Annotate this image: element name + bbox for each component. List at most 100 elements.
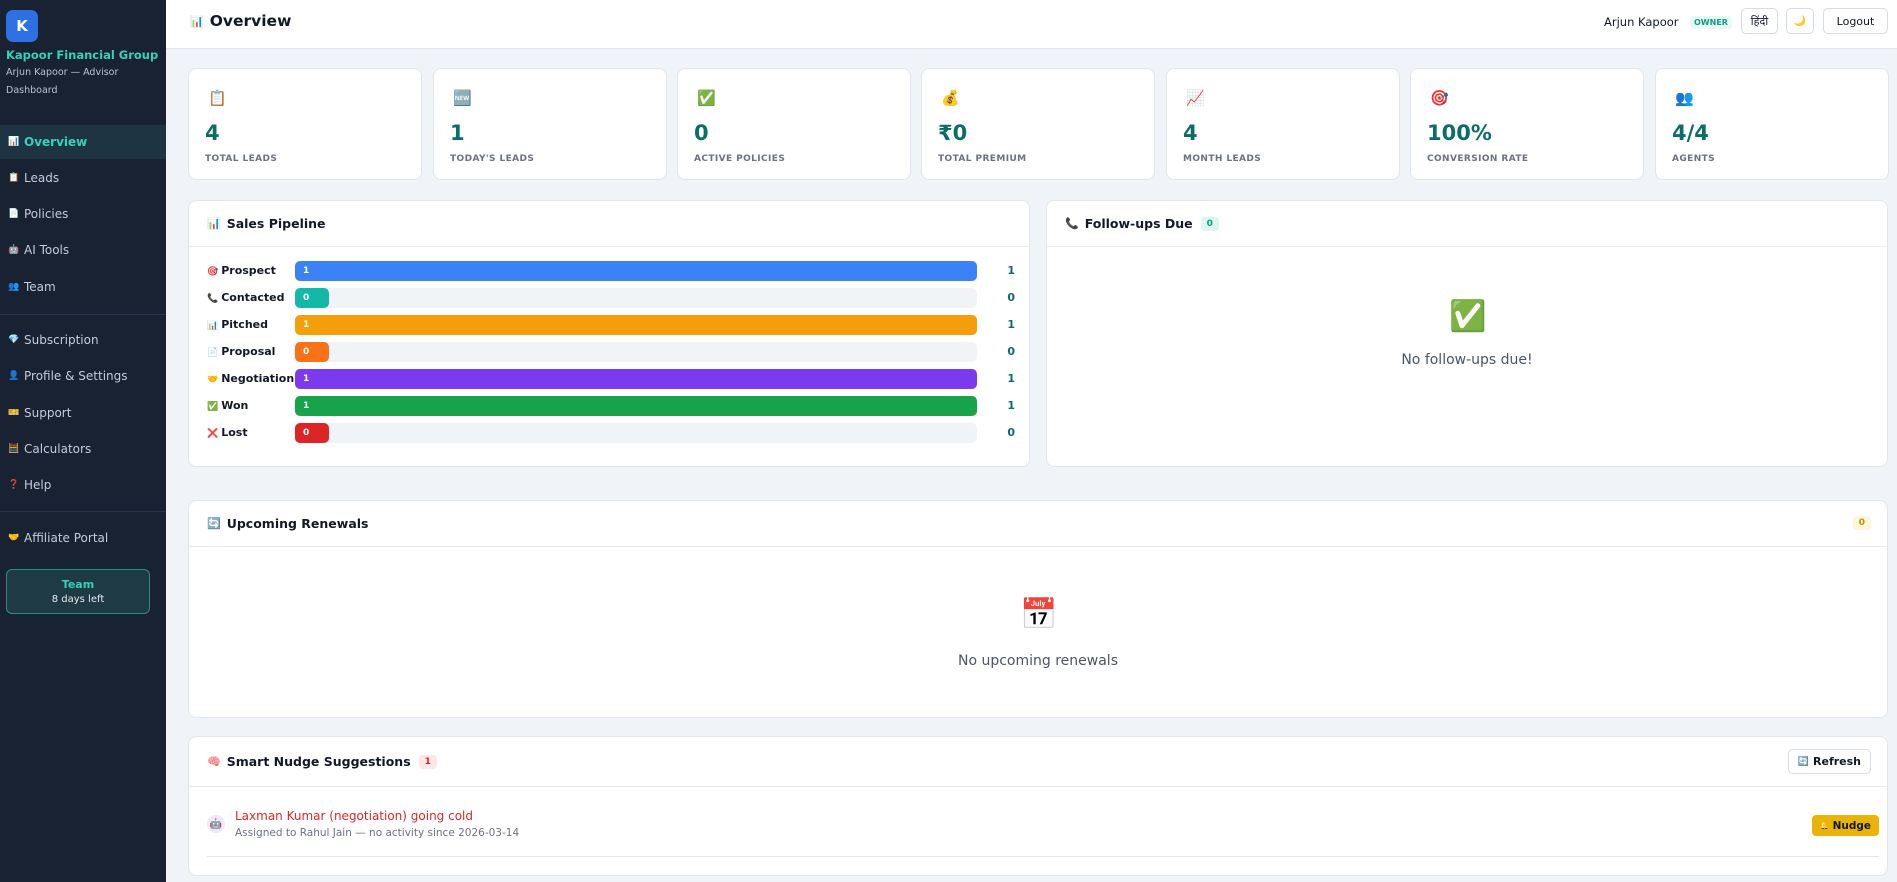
sidebar-item-affiliate-portal[interactable]: 🤝 Affiliate Portal: [0, 521, 166, 555]
panel-header: 📊 Sales Pipeline: [189, 201, 1029, 247]
sidebar-item-support[interactable]: 🎫 Support: [0, 396, 166, 430]
refresh-button[interactable]: 🔄 Refresh: [1787, 749, 1871, 774]
pipeline-bar-track: 0: [295, 288, 977, 308]
trial-plan: Team: [61, 578, 95, 591]
sidebar-item-overview[interactable]: 📊 Overview: [0, 125, 166, 159]
pipeline-row-lost[interactable]: ❌ Lost 0 0: [207, 422, 1015, 444]
sidebar-item-subscription[interactable]: 💎 Subscription: [0, 323, 166, 357]
panel-title: Smart Nudge Suggestions: [226, 754, 411, 769]
pipeline-stage-label: 📊 Pitched: [207, 318, 268, 331]
pipeline-stage-label: ✅ Won: [207, 399, 249, 412]
pipeline-bar: 1: [295, 315, 977, 335]
stat-card-agents: 👥 4/4 AGENTS: [1655, 68, 1889, 180]
stat-card-todays-leads: 🆕 1 TODAY'S LEADS: [433, 68, 667, 180]
nudge-item[interactable]: 🤖 Laxman Kumar (negotiation) going cold …: [207, 795, 1879, 857]
nudge-button[interactable]: 🔔 Nudge: [1811, 815, 1879, 836]
sidebar-item-ai-tools[interactable]: 🤖 AI Tools: [0, 233, 166, 267]
page-title-text: Overview: [209, 12, 292, 30]
followups-count-badge: 0: [1200, 216, 1219, 231]
robot-icon: 🤖: [8, 245, 20, 255]
calendar-icon: 📅: [1020, 597, 1058, 632]
language-toggle-button[interactable]: हिंदी: [1741, 8, 1778, 34]
stat-label: MONTH LEADS: [1183, 154, 1262, 164]
pipeline-bar-track: 1: [295, 315, 977, 335]
pipeline-row-contacted[interactable]: 📞 Contacted 0 0: [207, 287, 1015, 309]
pipeline-bar-track: 1: [295, 369, 977, 389]
pipeline-stage-label: 🎯 Prospect: [207, 264, 276, 277]
top-header: 📊 Overview Arjun Kapoor OWNER हिंदी 🌙 Lo…: [166, 0, 1897, 49]
pipeline-row-prospect[interactable]: 🎯 Prospect 1 1: [207, 260, 1015, 282]
pipeline-count: 1: [1007, 318, 1015, 331]
target-icon: 🎯: [207, 267, 219, 277]
refresh-button-label: Refresh: [1813, 755, 1861, 768]
pipeline-row-won[interactable]: ✅ Won 1 1: [207, 395, 1015, 417]
check-icon: ✅: [697, 89, 716, 107]
empty-state-text: No upcoming renewals: [957, 653, 1118, 669]
sidebar-item-team[interactable]: 👥 Team: [0, 270, 166, 304]
pipeline-count: 1: [1007, 399, 1015, 412]
pipeline-count: 0: [1007, 291, 1015, 304]
sidebar-divider: [0, 511, 166, 512]
pipeline-row-pitched[interactable]: 📊 Pitched 1 1: [207, 314, 1015, 336]
nudge-button-label: Nudge: [1832, 819, 1871, 832]
sidebar-item-label: Policies: [24, 207, 69, 221]
chart-icon: 📊: [207, 321, 219, 331]
chart-icon: 📊: [207, 217, 221, 230]
trial-status-box[interactable]: Team 8 days left: [6, 569, 150, 614]
people-icon: 👥: [1675, 89, 1694, 107]
pipeline-row-proposal[interactable]: 📄 Proposal 0 0: [207, 341, 1015, 363]
stat-card-conversion-rate: 🎯 100% CONVERSION RATE: [1410, 68, 1644, 180]
stat-label: CONVERSION RATE: [1427, 154, 1529, 164]
sidebar-section-label: Dashboard: [6, 85, 58, 96]
theme-toggle-button[interactable]: 🌙: [1786, 8, 1814, 34]
pipeline-count: 0: [1007, 345, 1015, 358]
pipeline-row-negotiation[interactable]: 🤝 Negotiation 1 1: [207, 368, 1015, 390]
robot-icon: 🤖: [207, 815, 225, 833]
stat-value: 4/4: [1672, 121, 1709, 145]
people-icon: 👥: [8, 282, 20, 292]
stat-label: TOTAL LEADS: [205, 154, 278, 164]
nudge-subtitle: Assigned to Rahul Jain — no activity sin…: [235, 827, 520, 839]
brain-icon: 🧠: [207, 755, 221, 768]
sidebar-item-profile-settings[interactable]: 👤 Profile & Settings: [0, 359, 166, 393]
stat-card-month-leads: 📈 4 MONTH LEADS: [1166, 68, 1400, 180]
sidebar-item-leads[interactable]: 📋 Leads: [0, 161, 166, 195]
sidebar-item-label: Leads: [24, 171, 60, 185]
phone-icon: 📞: [1065, 217, 1079, 230]
org-logo[interactable]: K: [6, 10, 38, 42]
smart-nudges-panel: 🧠 Smart Nudge Suggestions 1 🔄 Refresh 🤖 …: [188, 736, 1888, 876]
sidebar-item-label: Subscription: [24, 333, 99, 347]
pipeline-bar: 0: [295, 288, 329, 308]
empty-state-text: No follow-ups due!: [1401, 352, 1533, 368]
pipeline-stage-label: ❌ Lost: [207, 426, 248, 439]
gem-icon: 💎: [8, 335, 20, 345]
nudge-title[interactable]: Laxman Kumar (negotiation) going cold: [235, 809, 473, 823]
stat-value: 100%: [1427, 121, 1492, 145]
renewals-count-badge: 0: [1852, 516, 1871, 530]
pipeline-bar: 0: [295, 423, 329, 443]
cross-icon: ❌: [207, 429, 219, 439]
sidebar-item-label: Profile & Settings: [24, 369, 128, 383]
sidebar-item-label: Calculators: [24, 442, 92, 456]
question-icon: ❓: [8, 480, 20, 490]
check-icon: ✅: [1449, 299, 1487, 334]
sidebar-item-calculators[interactable]: 🧮 Calculators: [0, 432, 166, 466]
calculator-icon: 🧮: [8, 444, 20, 454]
sidebar-item-policies[interactable]: 📄 Policies: [0, 197, 166, 231]
stat-value: 0: [694, 121, 709, 145]
check-icon: ✅: [207, 402, 219, 412]
user-role: Arjun Kapoor — Advisor: [6, 67, 119, 78]
sidebar-item-label: Team: [24, 280, 56, 294]
pipeline-bar-track: 1: [295, 261, 977, 281]
pipeline-bar-track: 0: [295, 423, 977, 443]
logout-button[interactable]: Logout: [1823, 8, 1888, 34]
sidebar-item-label: Overview: [24, 135, 88, 149]
org-name: Kapoor Financial Group: [6, 48, 159, 62]
nudges-count-badge: 1: [418, 754, 437, 769]
trial-days-left: 8 days left: [51, 594, 105, 605]
sidebar-item-label: AI Tools: [24, 243, 70, 257]
sidebar-item-help[interactable]: ❓ Help: [0, 468, 166, 502]
pipeline-count: 1: [1007, 264, 1015, 277]
stat-card-active-policies: ✅ 0 ACTIVE POLICIES: [677, 68, 911, 180]
pipeline-bar-track: 1: [295, 396, 977, 416]
